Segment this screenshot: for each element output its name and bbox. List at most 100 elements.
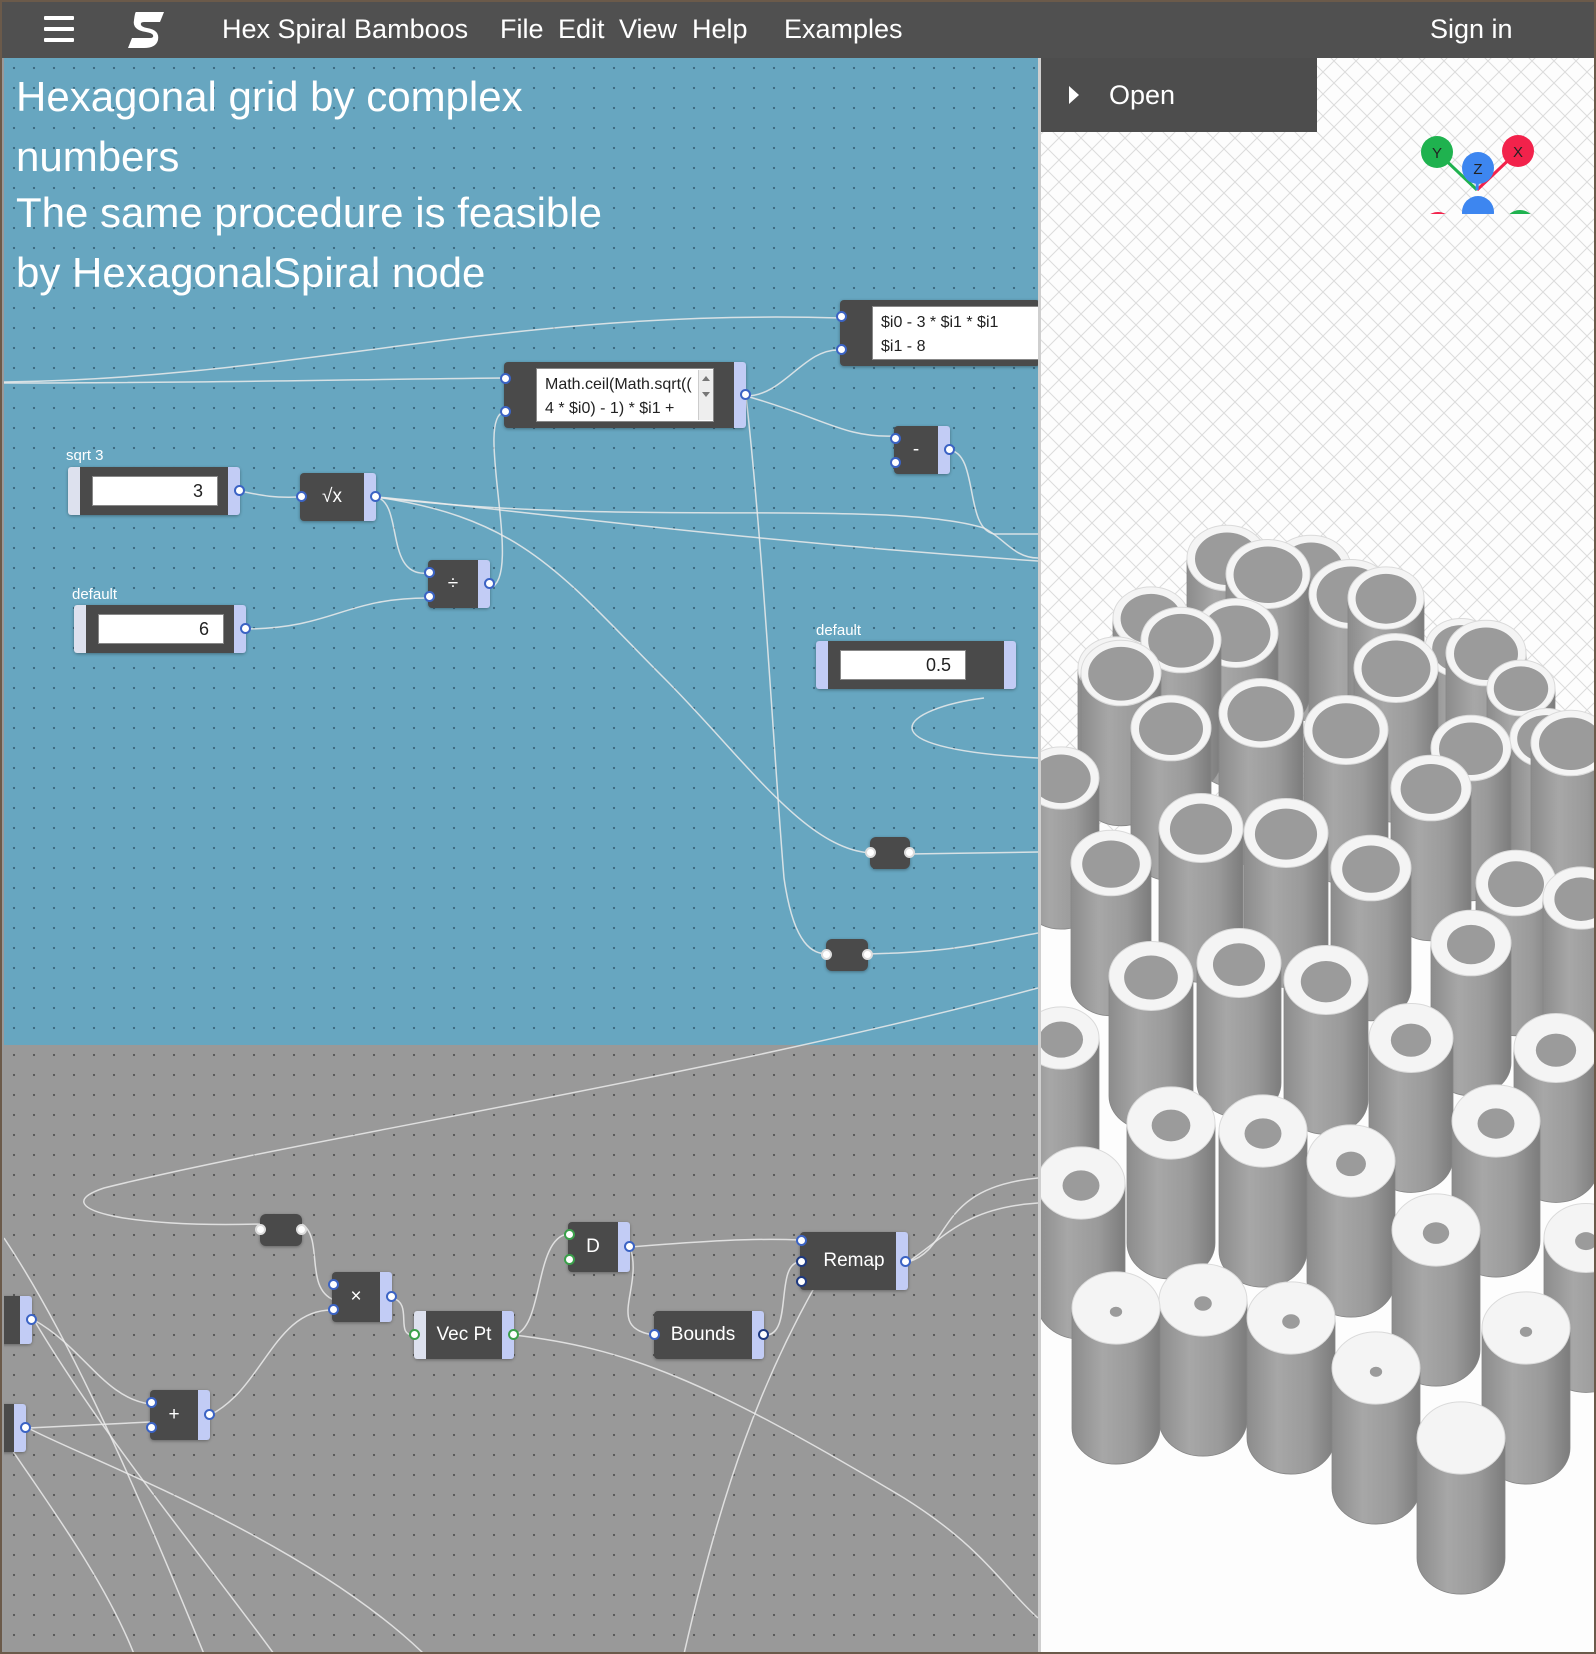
node-label-default: default xyxy=(72,586,118,603)
input-port[interactable] xyxy=(146,1422,157,1433)
app-logo-icon[interactable] xyxy=(124,10,170,50)
scroll-up-icon[interactable] xyxy=(702,376,710,381)
bamboo-cylinders xyxy=(1041,524,1594,1595)
input-port[interactable] xyxy=(865,847,876,858)
input-port[interactable] xyxy=(296,491,307,502)
node-title: Bounds xyxy=(670,1324,736,1345)
node-title: - xyxy=(912,439,920,460)
output-port[interactable] xyxy=(240,623,251,634)
input-port[interactable] xyxy=(564,1229,575,1240)
3d-scene-canvas[interactable] xyxy=(1041,58,1596,1654)
output-port[interactable] xyxy=(508,1329,519,1340)
add-node[interactable]: + xyxy=(146,1390,215,1440)
number-input[interactable]: 0.5 xyxy=(840,650,966,680)
menu-edit[interactable]: Edit xyxy=(558,14,605,45)
input-port[interactable] xyxy=(409,1329,420,1340)
expression-node[interactable]: Math.ceil(Math.sqrt(( 4 * $i0) - 1) * $i… xyxy=(500,362,751,428)
neg-z-axis-handle[interactable] xyxy=(1462,196,1494,214)
input-port[interactable] xyxy=(424,591,435,602)
group-note-line: by HexagonalSpiral node xyxy=(16,249,486,296)
output-port[interactable] xyxy=(624,1241,635,1252)
input-port[interactable] xyxy=(328,1304,339,1315)
partial-node[interactable] xyxy=(4,1296,37,1344)
partial-node[interactable] xyxy=(4,1404,31,1452)
output-port[interactable] xyxy=(26,1314,37,1325)
multiply-node[interactable]: × xyxy=(328,1272,397,1322)
node-title: ÷ xyxy=(447,573,459,594)
node-title: Remap xyxy=(823,1250,885,1271)
group-note-line: numbers xyxy=(16,133,180,180)
divide-node[interactable]: ÷ xyxy=(424,560,495,608)
input-port[interactable] xyxy=(255,1224,266,1235)
node-label-default: default xyxy=(816,622,862,639)
output-port[interactable] xyxy=(204,1409,215,1420)
axis-gizmo[interactable]: Y X Z xyxy=(1413,94,1553,214)
group-note-line: The same procedure is feasible xyxy=(16,189,602,236)
sign-in-link[interactable]: Sign in xyxy=(1430,14,1513,45)
output-port[interactable] xyxy=(484,578,495,589)
output-port[interactable] xyxy=(862,949,873,960)
scroll-down-icon[interactable] xyxy=(702,392,710,397)
input-port[interactable] xyxy=(424,567,435,578)
open-panel-button[interactable]: Open xyxy=(1041,58,1317,132)
input-port[interactable] xyxy=(890,457,901,468)
bounds-node[interactable]: Bounds xyxy=(649,1311,769,1359)
app-window: Hex Spiral Bamboos File Edit View Help E… xyxy=(0,0,1596,1654)
menu-file[interactable]: File xyxy=(500,14,544,45)
node-title: √x xyxy=(322,486,342,507)
input-port[interactable] xyxy=(821,949,832,960)
node-editor[interactable]: Hexagonal grid by complex numbers The sa… xyxy=(4,58,1038,1652)
document-title[interactable]: Hex Spiral Bamboos xyxy=(222,14,468,45)
output-port[interactable] xyxy=(386,1291,397,1302)
relay-node[interactable] xyxy=(865,837,915,869)
subtract-node[interactable]: - xyxy=(890,426,955,474)
output-port[interactable] xyxy=(20,1422,31,1433)
input-port[interactable] xyxy=(649,1329,660,1340)
input-port[interactable] xyxy=(836,344,847,355)
menu-view[interactable]: View xyxy=(619,14,677,45)
input-port[interactable] xyxy=(796,1276,807,1287)
number-input[interactable]: 3 xyxy=(92,476,218,506)
deconstruct-node[interactable]: D xyxy=(564,1222,635,1272)
input-port[interactable] xyxy=(500,406,511,417)
menu-examples[interactable]: Examples xyxy=(784,14,903,45)
input-port[interactable] xyxy=(146,1397,157,1408)
output-port[interactable] xyxy=(900,1256,911,1267)
input-port[interactable] xyxy=(796,1256,807,1267)
output-port[interactable] xyxy=(370,491,381,502)
number-node-default-0-5[interactable]: 0.5 xyxy=(816,641,1016,689)
input-port[interactable] xyxy=(500,373,511,384)
number-node-sqrt3[interactable]: 3 xyxy=(68,467,245,515)
input-port[interactable] xyxy=(836,311,847,322)
expression-input[interactable]: $i0 - 3 * $i1 * $i1 $i1 - 8 xyxy=(872,306,1038,360)
input-port[interactable] xyxy=(328,1279,339,1290)
menu-help[interactable]: Help xyxy=(692,14,748,45)
node-title: Vec Pt xyxy=(436,1324,492,1345)
input-port[interactable] xyxy=(796,1235,807,1246)
output-port[interactable] xyxy=(740,389,751,400)
scrollbar[interactable] xyxy=(698,370,713,420)
group-note-line: Hexagonal grid by complex xyxy=(16,73,523,120)
remap-node[interactable]: Remap xyxy=(796,1232,911,1290)
sqrt-node[interactable]: √x xyxy=(296,473,381,521)
hamburger-icon[interactable] xyxy=(44,16,76,44)
output-port[interactable] xyxy=(904,847,915,858)
3d-viewport[interactable]: Open Y X Z xyxy=(1038,58,1596,1654)
neg-y-axis-handle[interactable] xyxy=(1504,210,1536,214)
neg-x-axis-handle[interactable] xyxy=(1422,212,1454,214)
relay-node[interactable] xyxy=(821,939,873,971)
input-port[interactable] xyxy=(890,433,901,444)
input-port[interactable] xyxy=(564,1254,575,1265)
number-input[interactable]: 6 xyxy=(98,614,224,644)
output-port[interactable] xyxy=(234,485,245,496)
output-port[interactable] xyxy=(758,1329,769,1340)
relay-node[interactable] xyxy=(255,1214,307,1246)
expression-node-2[interactable]: $i0 - 3 * $i1 * $i1 $i1 - 8 xyxy=(836,300,1038,366)
output-port[interactable] xyxy=(944,444,955,455)
output-port[interactable] xyxy=(296,1224,307,1235)
vector-point-node[interactable]: Vec Pt xyxy=(409,1311,519,1359)
expression-input[interactable]: Math.ceil(Math.sqrt(( 4 * $i0) - 1) * $i… xyxy=(536,368,714,422)
node-group-gray[interactable] xyxy=(4,1045,1038,1652)
number-node-default-6[interactable]: 6 xyxy=(74,605,251,653)
node-title: × xyxy=(350,1286,362,1307)
